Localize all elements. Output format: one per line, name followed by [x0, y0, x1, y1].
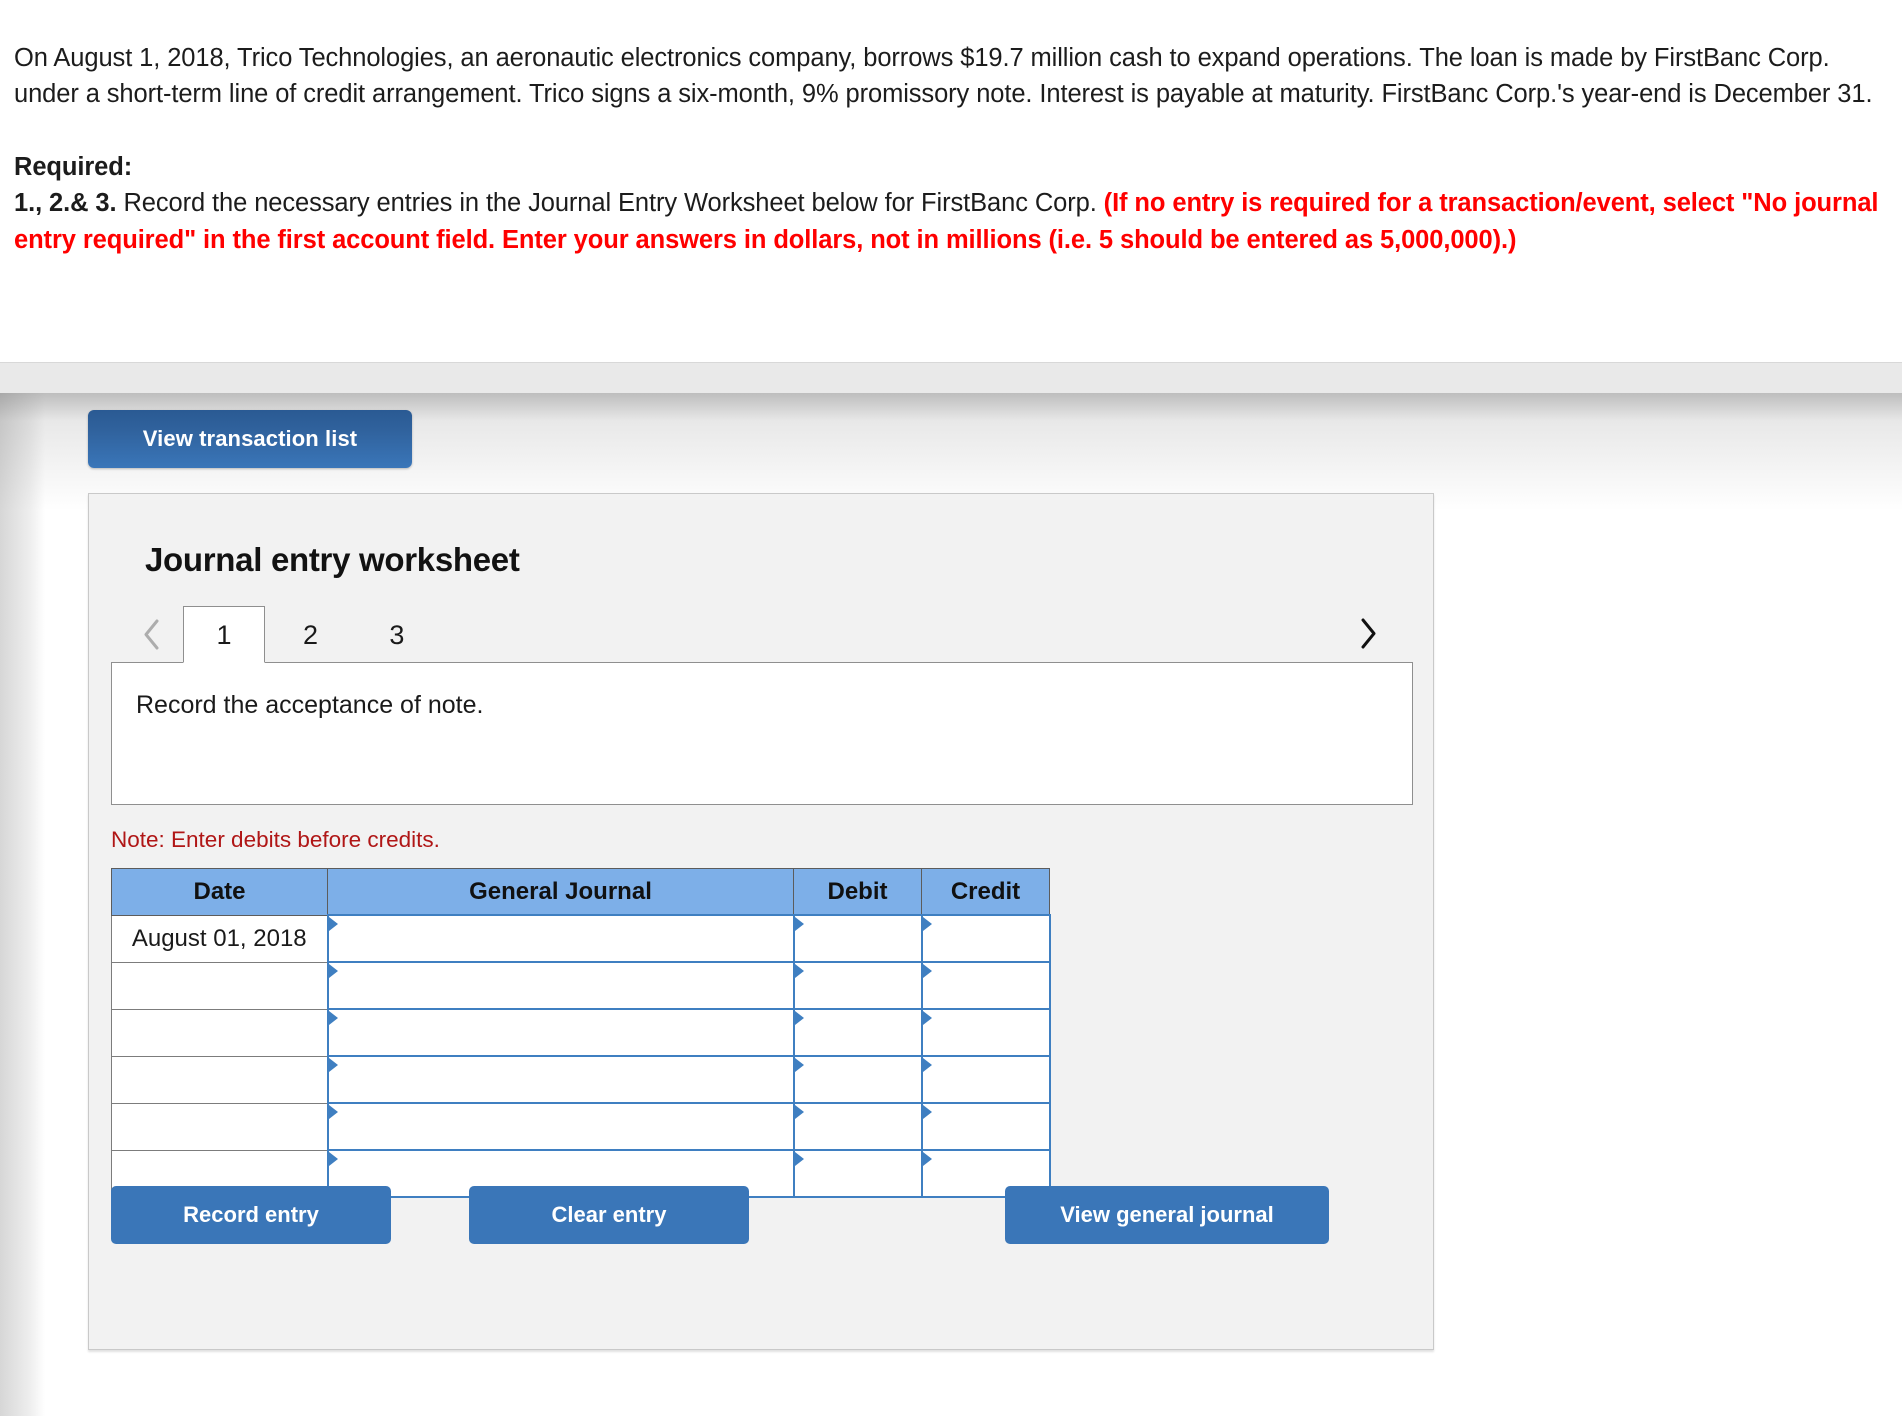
journal-entry-table: Date General Journal Debit Credit August… — [111, 868, 1051, 1198]
column-header-date: Date — [111, 868, 328, 916]
problem-statement-text: On August 1, 2018, Trico Technologies, a… — [14, 43, 1873, 108]
worksheet-tab-strip: 1 2 3 — [111, 606, 1413, 663]
table-row — [111, 961, 1051, 1010]
chevron-left-icon[interactable] — [135, 612, 169, 656]
column-header-credit: Credit — [921, 868, 1050, 916]
credit-input[interactable] — [920, 914, 1051, 963]
debit-input[interactable] — [792, 1102, 923, 1151]
section-separator — [0, 362, 1902, 394]
credit-input[interactable] — [920, 1055, 1051, 1104]
page-title: Journal entry worksheet — [145, 541, 520, 578]
general-journal-input[interactable] — [326, 1008, 795, 1057]
date-cell — [111, 1008, 328, 1057]
table-header-row: Date General Journal Debit Credit — [111, 868, 1050, 916]
general-journal-input[interactable] — [326, 1055, 795, 1104]
debit-input[interactable] — [792, 1055, 923, 1104]
debit-input[interactable] — [792, 1149, 923, 1198]
debit-input[interactable] — [792, 1008, 923, 1057]
table-row — [111, 1102, 1051, 1151]
date-cell — [111, 1055, 328, 1104]
transaction-description-box: Record the acceptance of note. — [111, 662, 1413, 805]
tab-1[interactable]: 1 — [183, 606, 265, 663]
date-cell: August 01, 2018 — [111, 914, 328, 963]
clear-entry-button[interactable]: Clear entry — [469, 1186, 749, 1244]
record-entry-button[interactable]: Record entry — [111, 1186, 391, 1244]
general-journal-input[interactable] — [326, 914, 795, 963]
workspace-left-gutter — [0, 393, 45, 1416]
required-label: Required: — [14, 152, 133, 181]
worksheet-workspace: View transaction list Journal entry work… — [0, 393, 1902, 1416]
column-header-debit: Debit — [793, 868, 922, 916]
date-cell — [111, 961, 328, 1010]
table-row: August 01, 2018 — [111, 914, 1051, 963]
credit-input[interactable] — [920, 1102, 1051, 1151]
debit-input[interactable] — [792, 961, 923, 1010]
journal-entry-worksheet-panel: Journal entry worksheet 1 2 3 Record the… — [88, 493, 1434, 1350]
general-journal-input[interactable] — [326, 1102, 795, 1151]
table-row — [111, 1055, 1051, 1104]
debit-input[interactable] — [792, 914, 923, 963]
credit-input[interactable] — [920, 1008, 1051, 1057]
transaction-description-text: Record the acceptance of note. — [136, 691, 484, 719]
view-transaction-list-button[interactable]: View transaction list — [88, 410, 412, 468]
required-block: Required: 1., 2.& 3. Record the necessar… — [14, 149, 1884, 259]
view-general-journal-button[interactable]: View general journal — [1005, 1186, 1329, 1244]
credit-input[interactable] — [920, 961, 1051, 1010]
worksheet-tabs: 1 2 3 — [183, 606, 438, 663]
column-header-general-journal: General Journal — [327, 868, 794, 916]
debits-before-credits-note: Note: Enter debits before credits. — [111, 827, 440, 852]
table-row — [111, 1008, 1051, 1057]
general-journal-input[interactable] — [326, 961, 795, 1010]
problem-statement: On August 1, 2018, Trico Technologies, a… — [0, 0, 1902, 258]
tab-2[interactable]: 2 — [269, 606, 351, 663]
chevron-right-icon[interactable] — [1349, 610, 1387, 656]
tab-3[interactable]: 3 — [356, 606, 438, 663]
date-cell — [111, 1102, 328, 1151]
required-number: 1., 2.& 3. — [14, 189, 117, 217]
required-instruction: Record the necessary entries in the Jour… — [116, 189, 1104, 217]
